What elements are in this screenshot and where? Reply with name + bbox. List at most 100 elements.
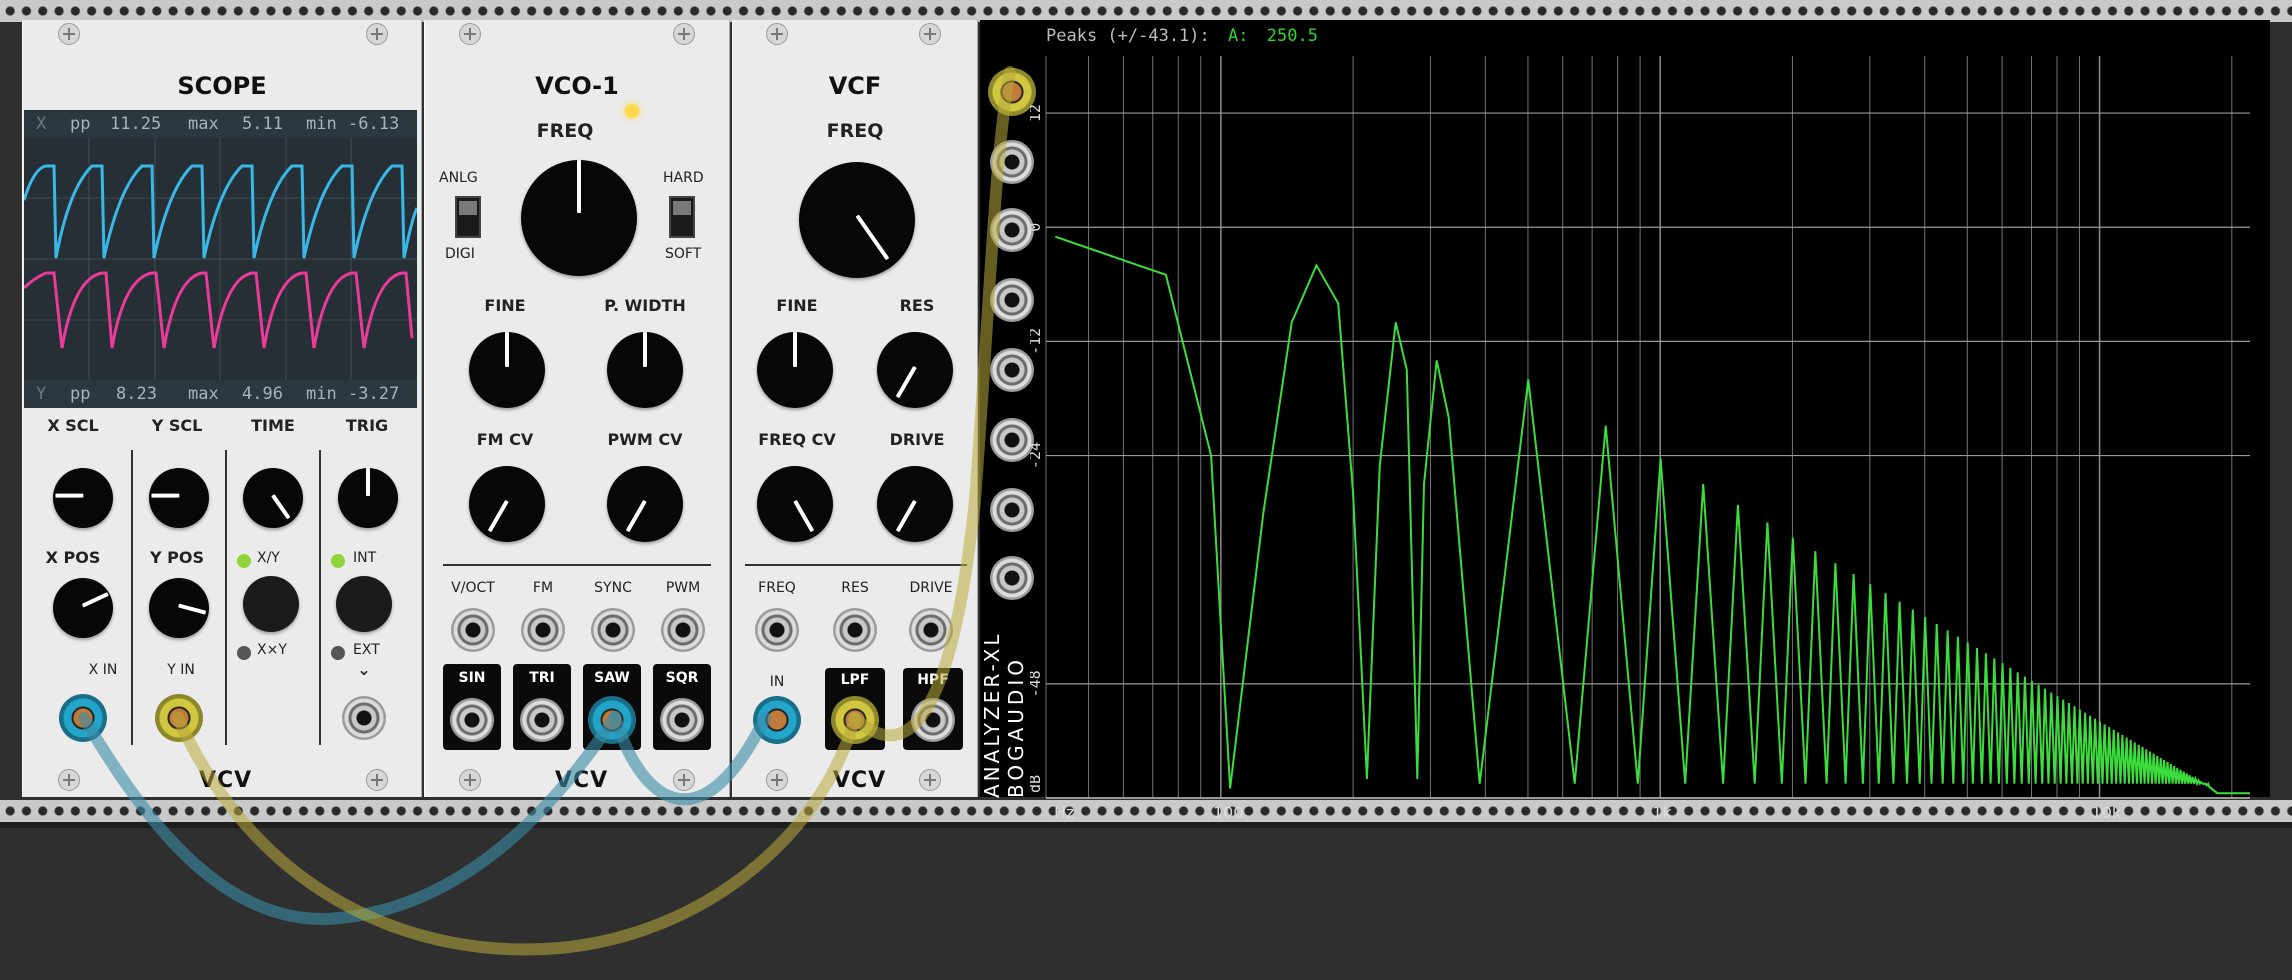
vcv-logo: VCV xyxy=(199,768,253,793)
int-led xyxy=(331,554,345,568)
vcf-res-input-jack[interactable] xyxy=(833,608,877,652)
y-tick-label: 12 xyxy=(1030,104,1044,122)
vcf-drive-knob[interactable] xyxy=(877,466,953,542)
screw xyxy=(919,769,941,791)
x-pos-label: X POS xyxy=(45,548,101,567)
x-tick-label: 10k xyxy=(2092,803,2122,820)
spectrum-chart[interactable]: 12 0 -12 -24 -48 dB Hz 100 1k 10k xyxy=(1030,50,2260,820)
trig-label: TRIG xyxy=(345,416,389,435)
trig-knob[interactable] xyxy=(338,468,398,528)
vcf-fine-knob[interactable] xyxy=(757,332,833,408)
x-scl-label: X SCL xyxy=(47,416,99,435)
vcf-fine-label: FINE xyxy=(776,296,818,315)
sin-output-jack[interactable] xyxy=(450,698,494,742)
x-in-jack[interactable] xyxy=(59,694,107,742)
bogaudio-logo: BOGAUDIO xyxy=(1004,656,1028,798)
saw-output-jack[interactable] xyxy=(588,696,636,744)
ext-trig-jack[interactable] xyxy=(342,696,386,740)
y-in-jack[interactable] xyxy=(155,694,203,742)
x-scl-knob[interactable] xyxy=(53,468,113,528)
x-tick-label: 100 xyxy=(1213,803,1244,820)
trig-mode-button[interactable] xyxy=(336,576,392,632)
analyzer-input-jack-2[interactable] xyxy=(990,140,1034,184)
vcf-audio-input-jack[interactable] xyxy=(753,696,801,744)
screw xyxy=(58,23,80,45)
vcf-res-label: RES xyxy=(899,296,935,315)
soft-label: SOFT xyxy=(665,246,702,262)
peaks-value: 250.5 xyxy=(1266,26,1318,46)
vcf-res-knob[interactable] xyxy=(877,332,953,408)
analyzer-input-jack-4[interactable] xyxy=(990,278,1034,322)
scope-title: SCOPE xyxy=(177,72,267,100)
vcf-drive-input-jack[interactable] xyxy=(909,608,953,652)
screw xyxy=(766,769,788,791)
pwm-cv-knob[interactable] xyxy=(607,466,683,542)
ext-led xyxy=(331,646,345,660)
peaks-channel: A: xyxy=(1228,26,1249,46)
sqr-output-jack[interactable] xyxy=(660,698,704,742)
fm-input-jack[interactable] xyxy=(521,608,565,652)
pwm-input-jack[interactable] xyxy=(661,608,705,652)
vcf-freq-knob[interactable] xyxy=(799,162,915,278)
sync-input-jack[interactable] xyxy=(591,608,635,652)
pwm-label: PWM xyxy=(665,580,701,596)
spectrum-trace xyxy=(1054,235,2250,795)
vco-fine-label: FINE xyxy=(484,296,526,315)
voct-label: V/OCT xyxy=(451,580,495,596)
int-label: INT xyxy=(353,550,377,566)
y-scl-knob[interactable] xyxy=(149,468,209,528)
xxy-led xyxy=(237,646,251,660)
x-axis-label: Hz xyxy=(1054,803,1074,820)
y-tick-label: -24 xyxy=(1030,442,1044,469)
vco-freq-knob[interactable] xyxy=(521,160,637,276)
rack-rail-top xyxy=(0,0,2292,22)
fm-cv-knob[interactable] xyxy=(469,466,545,542)
vcf-title: VCF xyxy=(828,72,882,100)
analyzer-input-jack-5[interactable] xyxy=(990,348,1034,392)
sync-label: SYNC xyxy=(594,580,632,596)
screw xyxy=(673,769,695,791)
pwidth-knob[interactable] xyxy=(607,332,683,408)
anlg-digi-switch[interactable] xyxy=(455,196,481,238)
xxy-label: X×Y xyxy=(257,642,287,658)
scope-module: SCOPE X pp 11.25 max 5.11 min -6.13 Y pp… xyxy=(22,20,422,797)
x-in-label: X IN xyxy=(88,662,118,678)
pwidth-label: P. WIDTH xyxy=(604,296,686,315)
vcf-freq-label: FREQ xyxy=(826,120,884,142)
analyzer-input-jack-7[interactable] xyxy=(990,488,1034,532)
vcf-freqcv-knob[interactable] xyxy=(757,466,833,542)
xy-mode-button[interactable] xyxy=(243,576,299,632)
x-pos-knob[interactable] xyxy=(53,578,113,638)
vcf-freqcv-label: FREQ CV xyxy=(758,430,836,449)
y-tick-label: -48 xyxy=(1030,670,1044,697)
analyzer-input-jack-6[interactable] xyxy=(990,418,1034,462)
screw xyxy=(673,23,695,45)
y-scl-label: Y SCL xyxy=(151,416,203,435)
tri-output-jack[interactable] xyxy=(520,698,564,742)
vco-fine-knob[interactable] xyxy=(469,332,545,408)
vcf-drive-label: DRIVE xyxy=(889,430,945,449)
screw xyxy=(766,23,788,45)
peaks-readout: Peaks (+/-43.1): A: 250.5 xyxy=(1046,26,1318,46)
screw xyxy=(366,23,388,45)
vco1-title: VCO-1 xyxy=(535,72,619,100)
hpf-output-jack[interactable] xyxy=(911,698,955,742)
vcf-res-in-label: RES xyxy=(841,580,869,596)
scope-display[interactable] xyxy=(24,138,417,380)
screw xyxy=(459,23,481,45)
fm-label: FM xyxy=(532,580,554,596)
voct-input-jack[interactable] xyxy=(451,608,495,652)
lpf-output-jack[interactable] xyxy=(831,696,879,744)
hard-soft-switch[interactable] xyxy=(669,196,695,238)
time-knob[interactable] xyxy=(243,468,303,528)
xy-led xyxy=(237,554,251,568)
analyzer-xl-module: ANALYZER-XL BOGAUDIO Peaks (+/-43.1): A:… xyxy=(980,20,2270,820)
analyzer-input-jack-3[interactable] xyxy=(990,208,1034,252)
xy-label: X/Y xyxy=(257,550,280,566)
y-pos-knob[interactable] xyxy=(149,578,209,638)
vco1-module: VCO-1 FREQ ANLG DIGI HARD SOFT FINE P. W… xyxy=(424,20,730,797)
vcv-logo: VCV xyxy=(833,768,887,793)
time-label: TIME xyxy=(251,416,295,435)
analyzer-input-jack-1[interactable] xyxy=(988,68,1036,116)
vcf-freq-input-jack[interactable] xyxy=(755,608,799,652)
